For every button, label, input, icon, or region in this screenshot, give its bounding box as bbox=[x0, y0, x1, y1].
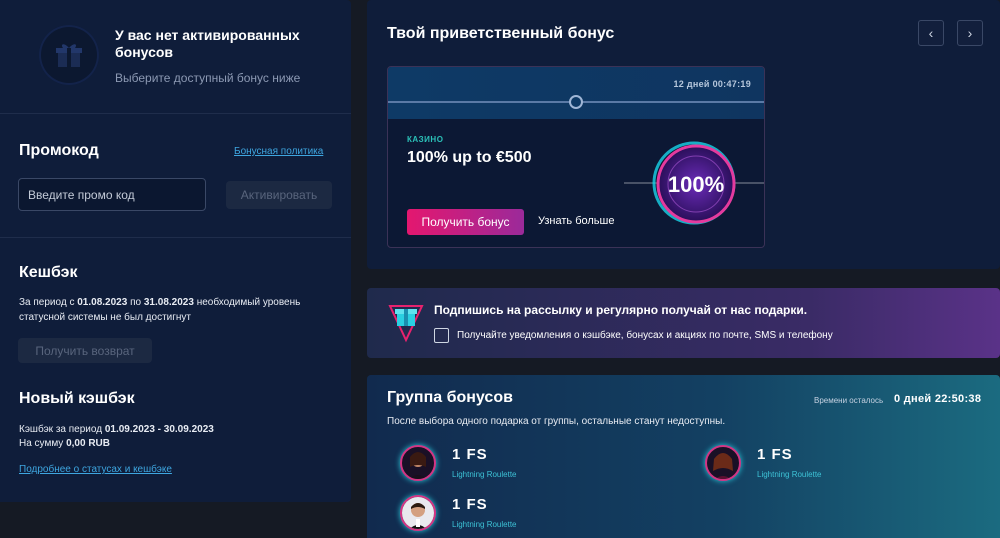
bonus-group-panel: Группа бонусов Времени осталось 0 дней 2… bbox=[367, 375, 1000, 538]
welcome-title: Твой приветственный бонус bbox=[387, 25, 615, 42]
group-title: Группа бонусов bbox=[387, 389, 513, 406]
new-cashback-details: Кэшбэк за период 01.09.2023 - 30.09.2023… bbox=[19, 424, 214, 449]
dealer-avatar bbox=[400, 495, 436, 531]
status-cashback-link[interactable]: Подробнее о статусах и кешбэке bbox=[19, 464, 172, 475]
subscribe-checkbox-label: Получайте уведомления о кэшбэке, бонусах… bbox=[457, 330, 833, 341]
gift-triangle-icon bbox=[387, 300, 425, 344]
chevron-right-icon: › bbox=[967, 25, 973, 41]
subscribe-checkbox[interactable] bbox=[434, 328, 449, 343]
progress-knob bbox=[569, 95, 583, 109]
no-bonus-title: У вас нет активированных бонусов bbox=[115, 27, 300, 60]
no-bonus-section: У вас нет активированных бонусов Выберит… bbox=[0, 0, 351, 114]
activate-button[interactable]: Активировать bbox=[226, 181, 332, 209]
fs-game: Lightning Roulette bbox=[452, 470, 517, 479]
bonus-category: КАЗИНО bbox=[407, 135, 444, 144]
dealer-avatar bbox=[705, 445, 741, 481]
get-bonus-button[interactable]: Получить бонус bbox=[407, 209, 524, 235]
cashback-title: Кешбэк bbox=[19, 264, 78, 281]
bonus-title: 100% up to €500 bbox=[407, 149, 532, 166]
subscribe-banner: Подпишись на рассылку и регулярно получа… bbox=[367, 288, 1000, 358]
learn-more-link[interactable]: Узнать больше bbox=[538, 215, 614, 227]
free-spins-item[interactable]: 1 FS Lightning Roulette bbox=[400, 495, 600, 535]
fs-value: 1 FS bbox=[452, 446, 488, 463]
gift-icon bbox=[39, 25, 99, 85]
divider bbox=[0, 237, 351, 238]
promo-code-input[interactable] bbox=[18, 178, 206, 211]
free-spins-item[interactable]: 1 FS Lightning Roulette bbox=[705, 445, 905, 485]
bonus-card: 12 дней 00:47:19 КАЗИНО 100% up to €500 … bbox=[387, 66, 765, 248]
fs-value: 1 FS bbox=[757, 446, 793, 463]
bonus-timer: 12 дней 00:47:19 bbox=[673, 79, 751, 89]
new-cashback-title: Новый кэшбэк bbox=[19, 390, 135, 407]
fs-game: Lightning Roulette bbox=[757, 470, 822, 479]
fs-value: 1 FS bbox=[452, 496, 488, 513]
welcome-bonus-panel: Твой приветственный бонус ‹ › 12 дней 00… bbox=[367, 0, 1000, 269]
subscribe-title: Подпишись на рассылку и регулярно получа… bbox=[434, 303, 808, 317]
fs-game: Lightning Roulette bbox=[452, 520, 517, 529]
free-spins-item[interactable]: 1 FS Lightning Roulette bbox=[400, 445, 600, 485]
promo-title: Промокод bbox=[19, 142, 99, 159]
carousel-prev-button[interactable]: ‹ bbox=[918, 20, 944, 46]
chevron-left-icon: ‹ bbox=[928, 25, 934, 41]
cashback-description: За период с 01.08.2023 по 31.08.2023 нео… bbox=[19, 297, 301, 323]
badge-text: 100% bbox=[668, 172, 724, 197]
time-remaining-label: Времени осталось bbox=[814, 396, 884, 405]
group-subtitle: После выбора одного подарка от группы, о… bbox=[387, 416, 726, 427]
carousel-next-button[interactable]: › bbox=[957, 20, 983, 46]
percent-badge-icon: 100% bbox=[624, 137, 764, 229]
dealer-avatar bbox=[400, 445, 436, 481]
time-remaining-value: 0 дней 22:50:38 bbox=[894, 393, 982, 405]
get-refund-button[interactable]: Получить возврат bbox=[18, 338, 152, 363]
no-bonus-subtitle: Выберите доступный бонус ниже bbox=[115, 71, 301, 85]
bonus-policy-link[interactable]: Бонусная политика bbox=[234, 146, 323, 157]
card-timer-bar: 12 дней 00:47:19 bbox=[388, 67, 764, 119]
